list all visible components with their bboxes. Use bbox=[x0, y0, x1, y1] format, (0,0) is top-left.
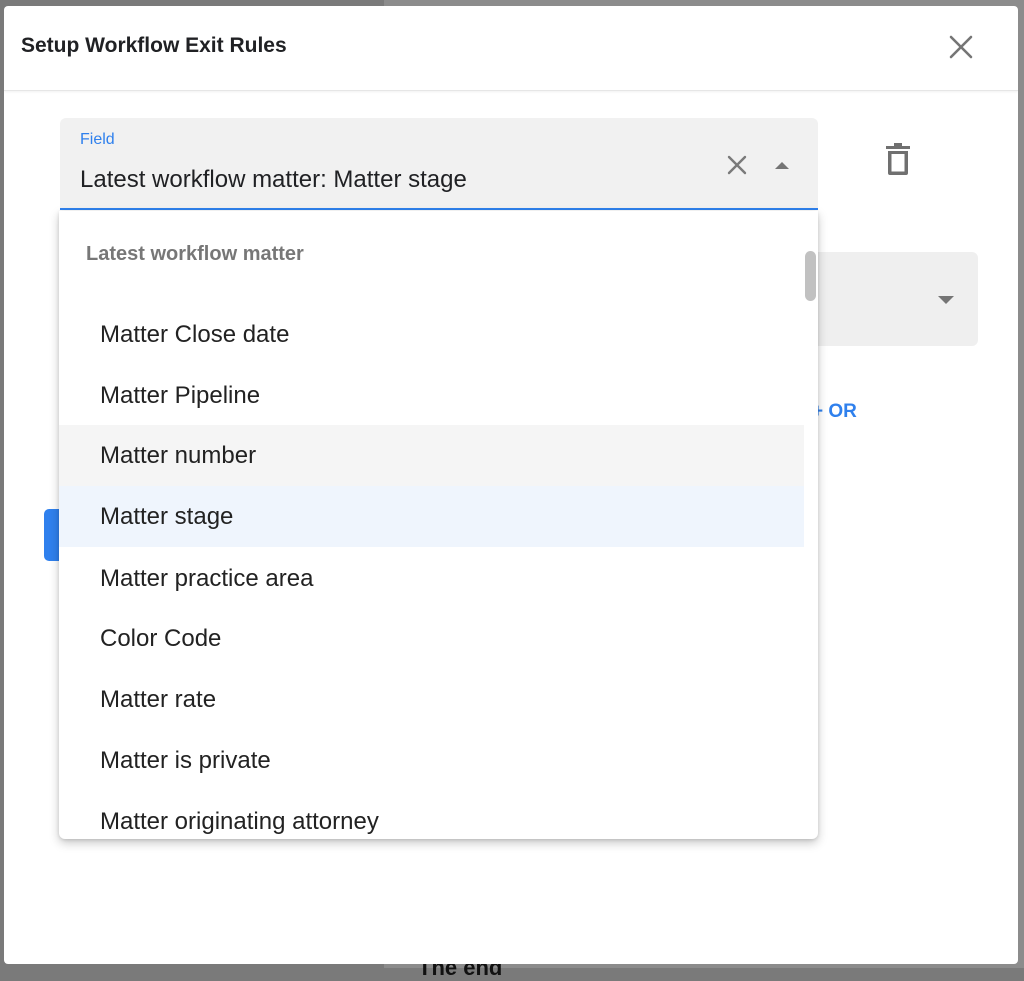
option-matter-originating-attorney[interactable]: Matter originating attorney bbox=[59, 791, 804, 839]
trash-icon bbox=[886, 143, 910, 175]
group-header: Latest workflow matter bbox=[86, 243, 304, 265]
delete-rule-button[interactable] bbox=[878, 138, 918, 180]
option-color-code[interactable]: Color Code bbox=[59, 608, 804, 669]
dialog-title: Setup Workflow Exit Rules bbox=[21, 34, 287, 57]
add-or-link[interactable]: + OR bbox=[812, 401, 857, 423]
field-label: Field bbox=[80, 131, 115, 148]
close-button[interactable] bbox=[942, 28, 980, 66]
option-matter-stage[interactable]: Matter stage bbox=[59, 486, 804, 547]
option-matter-is-private[interactable]: Matter is private bbox=[59, 730, 804, 791]
dialog-header: Setup Workflow Exit Rules bbox=[4, 6, 1018, 91]
exit-rules-dialog: Setup Workflow Exit Rules + OR Field Lat… bbox=[4, 6, 1018, 964]
field-input[interactable] bbox=[78, 162, 702, 198]
option-matter-rate[interactable]: Matter rate bbox=[59, 669, 804, 730]
option-matter-number[interactable]: Matter number bbox=[59, 425, 804, 486]
option-matter-close-date[interactable]: Matter Close date bbox=[59, 304, 804, 365]
field-autocomplete[interactable]: Field bbox=[60, 118, 818, 210]
clear-button[interactable] bbox=[722, 150, 752, 180]
option-matter-practice-area[interactable]: Matter practice area bbox=[59, 548, 804, 609]
arrow-down-icon bbox=[938, 296, 954, 304]
clear-icon bbox=[727, 155, 747, 175]
close-icon bbox=[949, 35, 973, 59]
dropdown-scrollbar[interactable] bbox=[805, 251, 816, 301]
option-matter-pipeline[interactable]: Matter Pipeline bbox=[59, 365, 804, 426]
collapse-button[interactable] bbox=[768, 152, 796, 180]
arrow-up-icon bbox=[775, 162, 789, 169]
field-dropdown: Latest workflow matter Matter Close date… bbox=[59, 211, 818, 839]
